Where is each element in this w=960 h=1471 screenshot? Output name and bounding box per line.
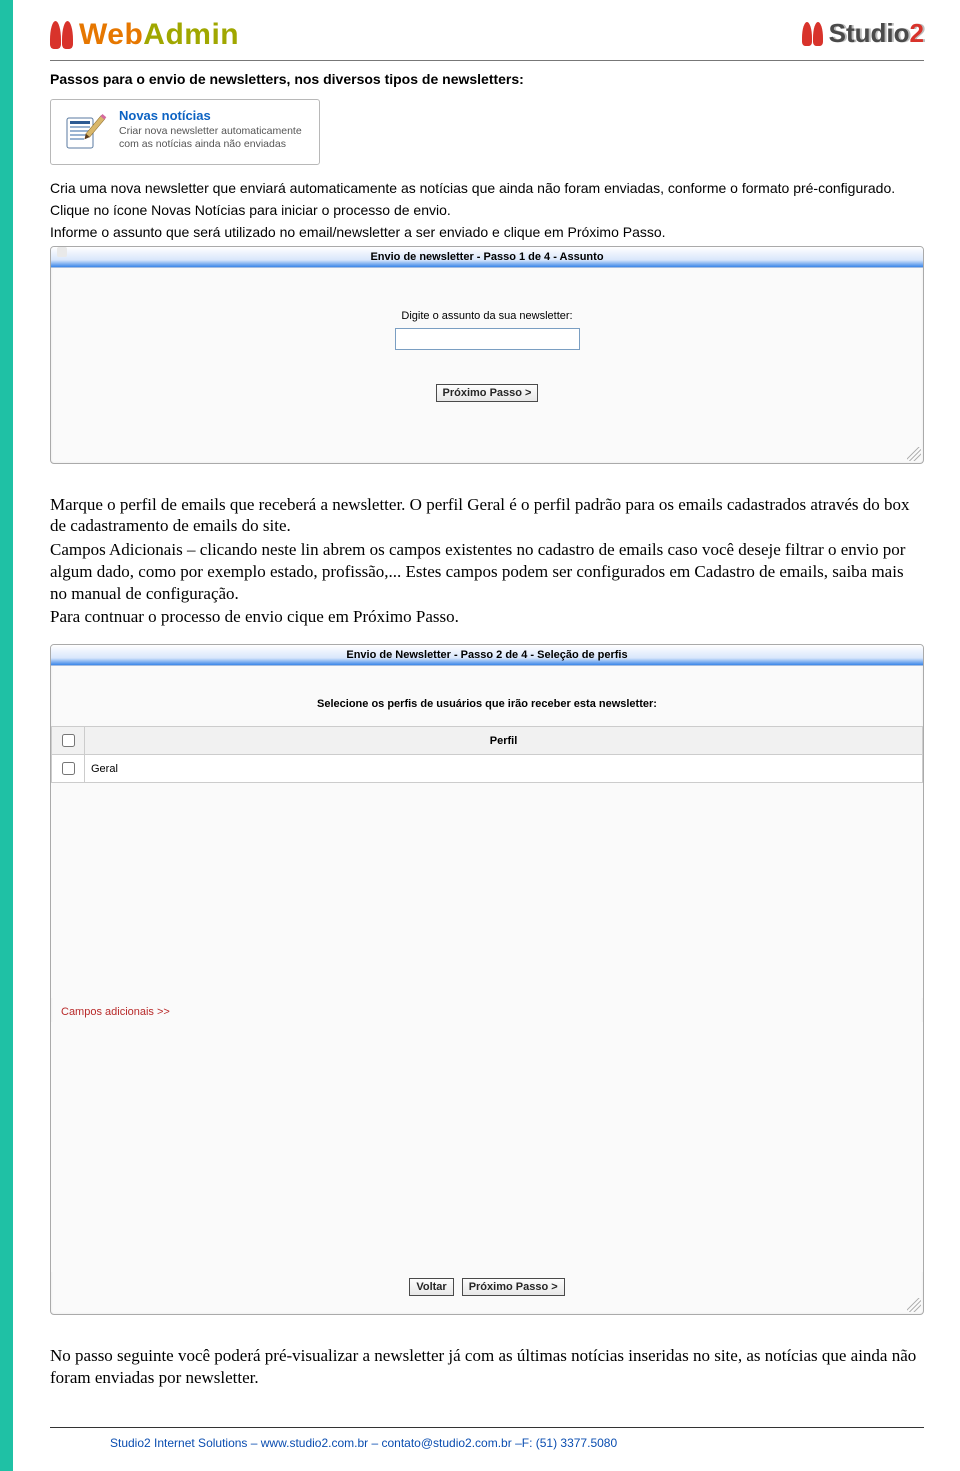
logo-studio2: Studio2 (802, 18, 924, 49)
panel-step1: Envio de newsletter - Passo 1 de 4 - Ass… (50, 246, 924, 464)
novas-card-title: Novas notícias (119, 108, 309, 123)
mid-para-2: Campos Adicionais – clicando neste lin a… (50, 539, 924, 604)
intro-para-1: Cria uma nova newsletter que enviará aut… (50, 179, 924, 198)
intro-para-2: Clique no ícone Novas Notícias para inic… (50, 201, 924, 220)
perfil-table: Perfil Geral (51, 726, 923, 783)
panel-step2: Envio de Newsletter - Passo 2 de 4 - Sel… (50, 644, 924, 1315)
panel-step2-spacer2 (51, 1022, 923, 1272)
novas-noticias-card[interactable]: Novas notícias Criar nova newsletter aut… (50, 99, 320, 165)
panel-step1-body: Digite o assunto da sua newsletter: Próx… (51, 268, 923, 422)
footer-text: Studio2 Internet Solutions – www.studio2… (110, 1436, 924, 1450)
logo-text-web: Web (79, 18, 143, 51)
page-heading: Passos para o envio de newsletters, nos … (50, 71, 924, 87)
titlebar-notch-icon (57, 247, 67, 257)
logo-text-studio: Studio (829, 18, 910, 48)
panel-step2-titlebar: Envio de Newsletter - Passo 2 de 4 - Sel… (51, 645, 923, 666)
perfil-table-col-perfil: Perfil (85, 727, 923, 755)
logo-webadmin: WebAdmin (50, 18, 239, 52)
table-row: Geral (52, 755, 923, 783)
back-button[interactable]: Voltar (409, 1278, 453, 1296)
panel-step2-body: Selecione os perfis de usuários que irão… (51, 666, 923, 1314)
panel-step1-titlebar: Envio de newsletter - Passo 1 de 4 - Ass… (51, 247, 923, 268)
logo-text: Studio2 (829, 18, 924, 49)
footer-divider (50, 1427, 924, 1428)
panel-step2-title: Envio de Newsletter - Passo 2 de 4 - Sel… (346, 649, 627, 661)
next-step-button[interactable]: Próximo Passo > (436, 384, 539, 402)
novas-card-desc: Criar nova newsletter automaticamente co… (119, 125, 309, 151)
perfil-row-name: Geral (85, 755, 923, 783)
logo-text-admin: Admin (143, 18, 239, 51)
next-step-button[interactable]: Próximo Passo > (462, 1278, 565, 1296)
perfil-table-header-row: Perfil (52, 727, 923, 755)
panel-step2-buttons: Voltar Próximo Passo > (51, 1272, 923, 1314)
panel-step2-spacer (51, 783, 923, 998)
mid-para-3: Para contnuar o processo de envio cique … (50, 606, 924, 628)
subject-label: Digite o assunto da sua newsletter: (71, 310, 903, 322)
page: WebAdmin Studio2 Passos para o envio de … (0, 0, 960, 1471)
perfil-row-checkbox[interactable] (62, 762, 75, 775)
campos-adicionais-link[interactable]: Campos adicionais >> (51, 998, 923, 1022)
logo-flames-icon (50, 21, 73, 49)
after-panel2-para: No passo seguinte você poderá pré-visual… (50, 1345, 924, 1389)
subject-input[interactable] (395, 328, 580, 350)
logo-flames-icon (802, 22, 823, 46)
mid-para-1: Marque o perfil de emails que receberá a… (50, 494, 924, 538)
resize-grip-icon[interactable] (907, 447, 921, 461)
panel-step1-title: Envio de newsletter - Passo 1 de 4 - Ass… (370, 251, 603, 263)
logo-text: WebAdmin (79, 18, 239, 52)
newsletter-paper-pencil-icon (61, 108, 109, 156)
flame-icon (50, 21, 61, 49)
perfil-table-check-header (52, 727, 85, 755)
panel-step2-sublabel: Selecione os perfis de usuários que irão… (51, 698, 923, 710)
header-divider (50, 60, 924, 61)
panel-step1-buttons: Próximo Passo > (71, 384, 903, 402)
perfil-row-check-cell (52, 755, 85, 783)
flame-icon (62, 21, 73, 49)
flame-icon (802, 22, 812, 46)
novas-card-text: Novas notícias Criar nova newsletter aut… (119, 108, 309, 156)
logo-text-two: 2 (910, 18, 924, 48)
intro-para-3: Informe o assunto que será utilizado no … (50, 223, 924, 242)
header: WebAdmin Studio2 (50, 18, 924, 52)
select-all-checkbox[interactable] (62, 734, 75, 747)
resize-grip-icon[interactable] (907, 1298, 921, 1312)
flame-icon (813, 22, 823, 46)
